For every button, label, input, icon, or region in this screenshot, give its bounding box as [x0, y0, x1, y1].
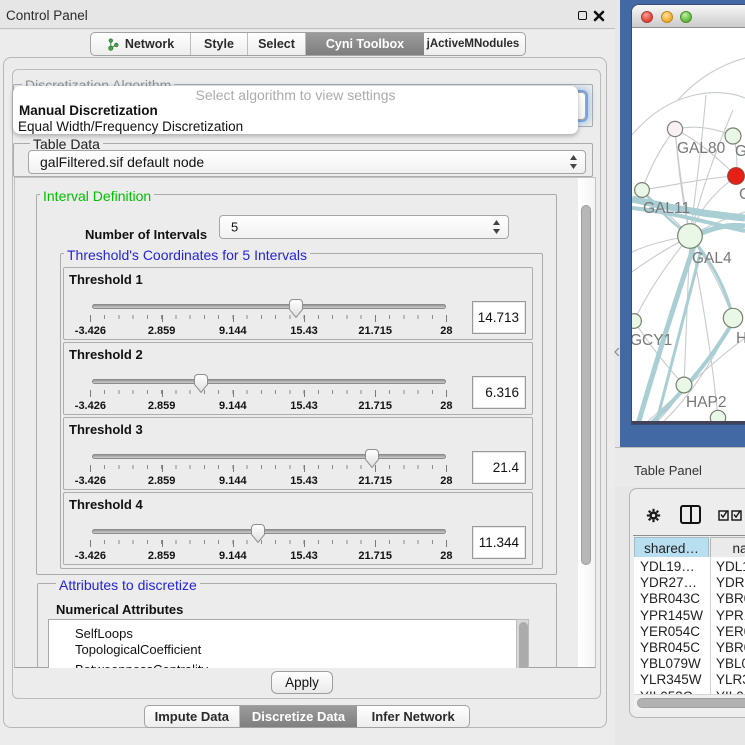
svg-text:CY: CY — [739, 186, 745, 203]
svg-text:GA: GA — [735, 143, 745, 160]
svg-text:GAL80: GAL80 — [677, 140, 726, 157]
svg-text:HA: HA — [736, 330, 745, 347]
svg-text:GAL4: GAL4 — [692, 250, 732, 267]
svg-text:HAP2: HAP2 — [686, 394, 727, 411]
svg-text:GAL11: GAL11 — [643, 200, 690, 217]
svg-text:GCY1: GCY1 — [632, 332, 672, 349]
